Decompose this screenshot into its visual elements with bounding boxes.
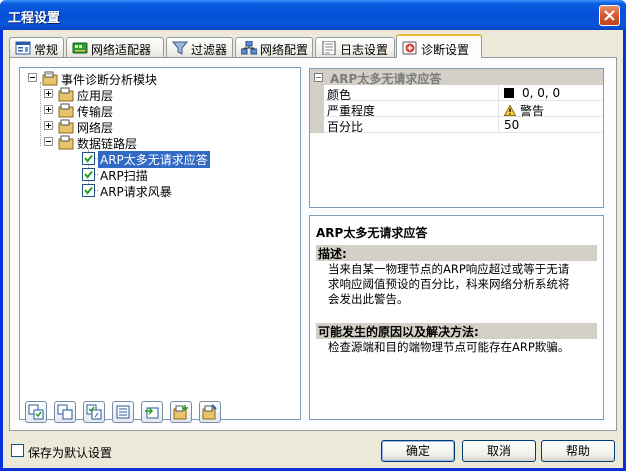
description-label: 描述: (316, 245, 597, 261)
tree-node-transport-layer[interactable]: 传输层 (44, 102, 244, 119)
item-checkbox[interactable] (82, 152, 95, 165)
general-icon (15, 41, 31, 55)
filter-icon (172, 41, 188, 55)
tree-node-root[interactable]: 事件诊断分析模块 (28, 70, 228, 87)
expand-icon[interactable] (44, 89, 53, 98)
property-row-color[interactable]: 颜色 0, 0, 0 (310, 85, 603, 102)
tree-item-arp-scan[interactable]: ARP扫描 (82, 166, 282, 183)
tree-item-arp-request-storm[interactable]: ARP请求风暴 (82, 182, 282, 199)
ok-button[interactable]: 确定 (381, 440, 455, 462)
color-swatch (504, 88, 514, 98)
layer-folder-icon (58, 103, 74, 118)
help-button[interactable]: 帮助 (541, 440, 615, 462)
check-all-icon (28, 404, 44, 420)
title-bar[interactable]: 工程设置 (0, 0, 626, 30)
property-grid-header[interactable]: ARP太多无请求应答 (310, 69, 603, 86)
tab-label: 常规 (34, 43, 59, 57)
tab-network-adapter[interactable]: 网络适配器 (66, 37, 164, 57)
property-row-percentage[interactable]: 百分比 50 (310, 117, 603, 134)
warning-icon (503, 104, 517, 116)
tree-node-network-layer[interactable]: 网络层 (44, 118, 244, 135)
close-button[interactable] (599, 5, 620, 26)
network-config-icon (241, 41, 257, 55)
edit-item-button[interactable] (199, 401, 221, 423)
tab-label: 网络配置 (260, 43, 309, 57)
description-panel: ARP太多无请求应答 描述: 当来自某一物理节点的ARP响应超过或等于无请 求响… (309, 215, 604, 420)
property-value[interactable]: 0, 0, 0 (504, 86, 560, 100)
module-folder-icon (42, 71, 58, 86)
uncheck-all-icon (57, 404, 73, 420)
edit-item-icon (202, 404, 217, 420)
tree-node-label: ARP请求风暴 (100, 185, 172, 199)
tree-connector (40, 82, 41, 146)
tab-diagnosis-settings[interactable]: 诊断设置 (396, 34, 482, 58)
properties-button[interactable] (112, 401, 134, 423)
description-title: ARP太多无请求应答 (316, 226, 428, 240)
item-checkbox[interactable] (82, 168, 95, 181)
add-item-button[interactable] (170, 401, 192, 423)
dialog-window: 工程设置 常规 网络适配器 过滤器 网络配置 日志设置 诊断设置 事件诊断分析模… (0, 0, 626, 471)
dialog-client: 常规 网络适配器 过滤器 网络配置 日志设置 诊断设置 事件诊断分析模块 应用层… (3, 30, 623, 468)
window-title: 工程设置 (8, 11, 61, 26)
add-item-icon (173, 405, 188, 420)
collapse-icon[interactable] (44, 137, 53, 146)
tree-node-datalink-layer[interactable]: 数据链路层 (44, 134, 244, 151)
layer-folder-icon (58, 119, 74, 134)
cancel-button[interactable]: 取消 (462, 440, 536, 462)
tab-filter[interactable]: 过滤器 (166, 37, 233, 57)
cause-label: 可能发生的原因以及解决方法: (316, 323, 597, 339)
property-value[interactable]: 50 (504, 118, 519, 132)
import-button[interactable] (141, 401, 163, 423)
save-default-label[interactable]: 保存为默认设置 (28, 444, 112, 461)
description-text: 当来自某一物理节点的ARP响应超过或等于无请 求响应阈值预设的百分比，科来网络分… (328, 262, 570, 306)
event-tree[interactable]: 事件诊断分析模块 应用层 传输层 网络层 数据链路层 ARP太多无请求应答 AR… (19, 67, 301, 420)
item-checkbox[interactable] (82, 184, 95, 197)
tab-label: 日志设置 (340, 43, 389, 57)
log-settings-icon (322, 41, 336, 55)
tab-label: 诊断设置 (421, 43, 470, 57)
tree-node-application-layer[interactable]: 应用层 (44, 86, 244, 103)
diagnosis-icon (402, 41, 417, 55)
invert-check-button[interactable] (83, 401, 105, 423)
tree-item-arp-unrequested-reply[interactable]: ARP太多无请求应答 (82, 150, 282, 168)
save-default-checkbox[interactable] (11, 444, 24, 457)
close-icon (604, 10, 615, 21)
network-adapter-icon (72, 42, 88, 54)
uncheck-all-button[interactable] (54, 401, 76, 423)
expand-icon[interactable] (44, 121, 53, 130)
tab-general[interactable]: 常规 (9, 37, 64, 57)
layer-folder-icon (58, 135, 74, 150)
tab-log-settings[interactable]: 日志设置 (315, 37, 395, 57)
collapse-icon[interactable] (28, 73, 37, 82)
collapse-icon[interactable] (314, 73, 323, 82)
layer-folder-icon (58, 87, 74, 102)
tab-label: 网络适配器 (91, 43, 152, 57)
expand-icon[interactable] (44, 105, 53, 114)
import-icon (145, 407, 159, 419)
tab-label: 过滤器 (191, 43, 228, 57)
property-row-severity[interactable]: 严重程度 警告 (310, 101, 603, 118)
property-grid: ARP太多无请求应答 颜色 0, 0, 0 严重程度 警告 百分比 50 (309, 68, 604, 208)
properties-icon (116, 405, 130, 419)
tab-network-config[interactable]: 网络配置 (235, 37, 313, 57)
invert-check-icon (86, 404, 102, 420)
check-all-button[interactable] (25, 401, 47, 423)
cause-text: 检查源端和目的端物理节点可能存在ARP欺骗。 (328, 340, 570, 354)
property-name: 百分比 (327, 120, 364, 134)
